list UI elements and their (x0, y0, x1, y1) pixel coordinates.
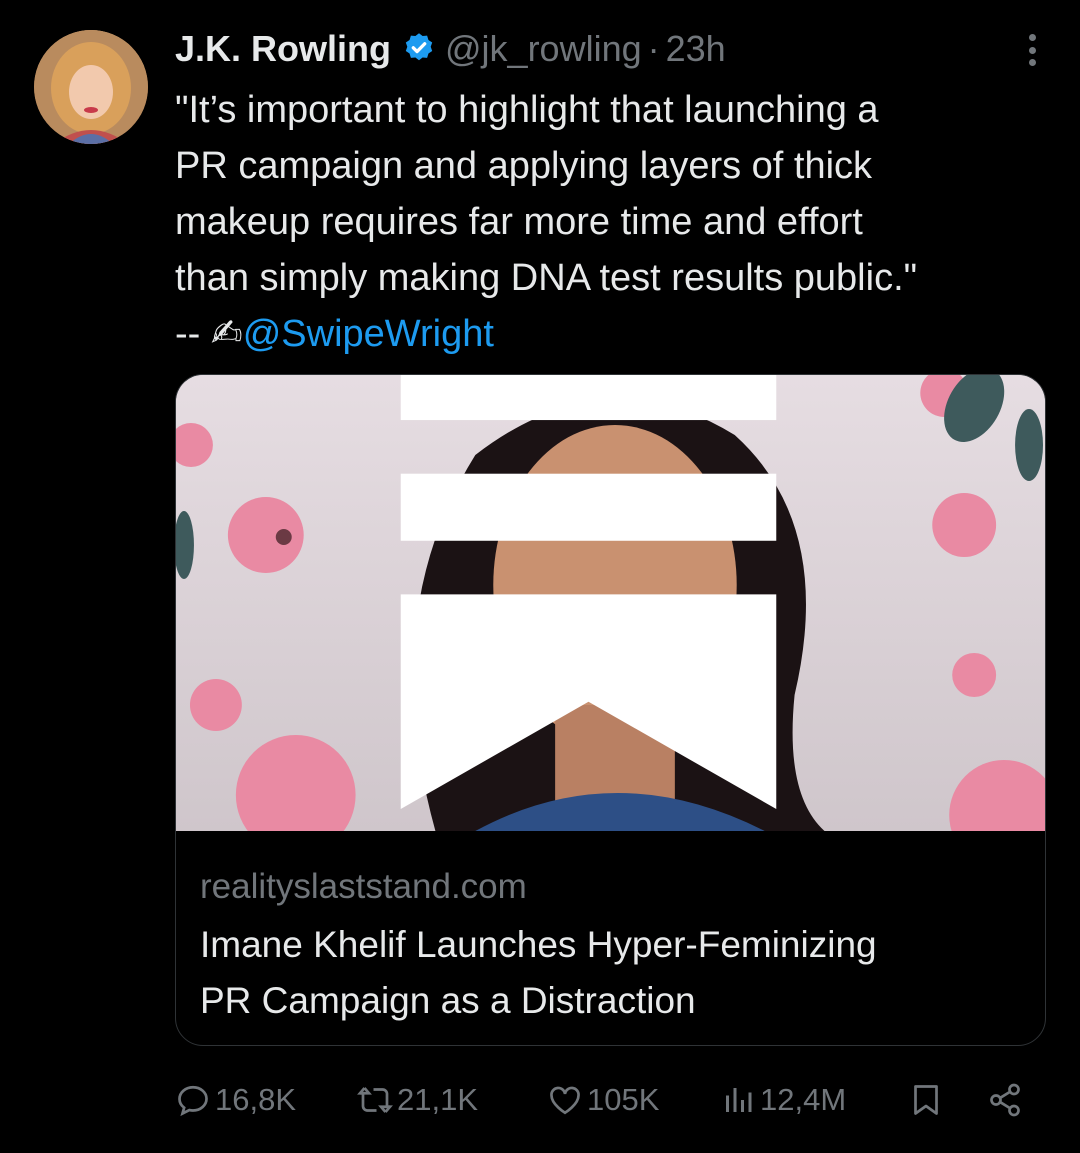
tweet-text: "It’s important to highlight that launch… (175, 82, 1055, 362)
retweet-button[interactable]: 21,1K (357, 1075, 478, 1125)
attribution-line: -- ✍@SwipeWright (175, 306, 1055, 362)
card-title: Imane Khelif Launches Hyper-Feminizing P… (200, 917, 1021, 1029)
article-icon (400, 375, 777, 809)
separator-dot: · (647, 28, 660, 69)
tweet: J.K. Rowling @jk_rowling · 23h "It’s imp… (0, 0, 1080, 1153)
verified-icon[interactable] (401, 31, 437, 67)
share-button[interactable] (987, 1075, 1027, 1125)
like-button[interactable]: 105K (547, 1075, 659, 1125)
attribution-prefix: -- ✍ (175, 313, 243, 355)
display-name[interactable]: J.K. Rowling (175, 28, 391, 70)
reply-count: 16,8K (215, 1082, 297, 1117)
retweet-icon (357, 1087, 393, 1113)
bookmark-button[interactable] (908, 1075, 948, 1125)
card-image[interactable] (176, 375, 1045, 831)
like-count: 105K (587, 1082, 660, 1117)
more-icon[interactable] (1014, 32, 1050, 68)
avatar[interactable] (34, 30, 148, 144)
share-icon (990, 1083, 1020, 1117)
card-meta: realityslaststand.com Imane Khelif Launc… (176, 831, 1045, 1029)
retweet-count: 21,1K (397, 1082, 479, 1117)
views-button[interactable]: 12,4M (720, 1075, 846, 1125)
mention-link[interactable]: @SwipeWright (243, 313, 494, 355)
tweet-line: makeup requires far more time and effort (175, 201, 863, 243)
tweet-line: than simply making DNA test results publ… (175, 257, 918, 299)
views-count: 12,4M (760, 1082, 847, 1117)
handle[interactable]: @jk_rowling (445, 28, 642, 70)
bookmark-icon (914, 1085, 938, 1115)
card-title-line: PR Campaign as a Distraction (200, 980, 696, 1021)
views-icon (726, 1088, 752, 1112)
link-card[interactable]: realityslaststand.com Imane Khelif Launc… (175, 374, 1046, 1046)
like-icon (550, 1086, 580, 1115)
tweet-line: "It’s important to highlight that launch… (175, 89, 879, 131)
tweet-header: J.K. Rowling @jk_rowling · 23h (175, 26, 1050, 72)
reply-icon (178, 1085, 208, 1117)
timestamp[interactable]: 23h (666, 28, 726, 70)
tweet-line: PR campaign and applying layers of thick (175, 145, 873, 187)
card-domain: realityslaststand.com (200, 867, 527, 906)
action-bar: 16,8K 21,1K 105K 12,4M (175, 1075, 1035, 1125)
reply-button[interactable]: 16,8K (175, 1075, 296, 1125)
card-title-line: Imane Khelif Launches Hyper-Feminizing (200, 924, 877, 965)
